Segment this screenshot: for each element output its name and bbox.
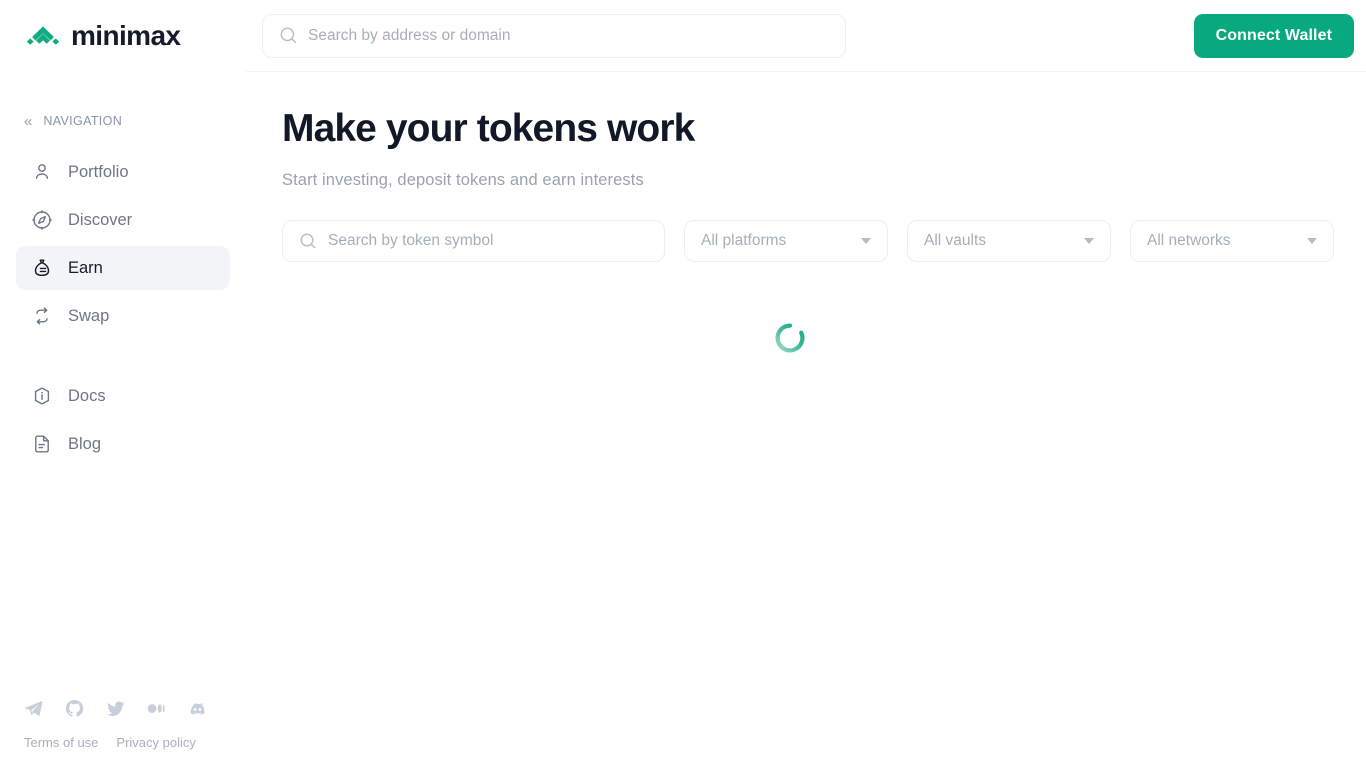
privacy-policy-link[interactable]: Privacy policy: [116, 735, 195, 750]
app-root: minimax « NAVIGATION Portfolio Discover …: [0, 0, 1366, 768]
sidebar-item-label: Earn: [68, 258, 103, 277]
search-icon: [299, 232, 317, 250]
user-icon: [31, 161, 53, 183]
page-subtitle: Start investing, deposit tokens and earn…: [282, 170, 644, 189]
main-area: Connect Wallet Make your tokens work Sta…: [246, 0, 1366, 768]
money-bag-icon: [31, 257, 53, 279]
sidebar-item-earn[interactable]: Earn: [16, 246, 230, 290]
sidebar-item-portfolio[interactable]: Portfolio: [16, 150, 230, 194]
results-loading-area: [246, 322, 1334, 354]
sidebar-item-label: Blog: [68, 434, 102, 453]
medium-icon[interactable]: [147, 699, 166, 718]
double-chevron-left-icon: «: [24, 112, 32, 130]
network-filter-value: All networks: [1147, 231, 1231, 249]
chevron-down-icon: [1084, 237, 1094, 244]
sidebar-footer: Terms of use Privacy policy: [0, 698, 246, 768]
brand-name: minimax: [71, 20, 181, 51]
telegram-icon[interactable]: [24, 699, 43, 718]
network-filter-select[interactable]: All networks: [1130, 219, 1334, 262]
vault-filter-value: All vaults: [924, 231, 987, 249]
sidebar-item-label: Discover: [68, 210, 133, 229]
social-links: [24, 698, 222, 718]
circular-spinner-icon: [774, 322, 806, 354]
sidebar-item-docs[interactable]: Docs: [16, 374, 230, 418]
brand-logo[interactable]: minimax: [0, 0, 246, 72]
discord-icon[interactable]: [188, 699, 207, 718]
nav-collapse-toggle[interactable]: « NAVIGATION: [0, 104, 246, 138]
platform-filter-value: All platforms: [701, 231, 787, 249]
legal-links: Terms of use Privacy policy: [24, 735, 222, 750]
platform-filter-select[interactable]: All platforms: [684, 219, 888, 262]
sidebar-item-blog[interactable]: Blog: [16, 422, 230, 466]
address-search-field[interactable]: [262, 13, 846, 58]
sidebar-item-discover[interactable]: Discover: [16, 198, 230, 242]
twitter-icon[interactable]: [106, 699, 125, 718]
sidebar-item-label: Docs: [68, 386, 106, 405]
token-search-input[interactable]: [328, 220, 648, 261]
page-content: Make your tokens work Start investing, d…: [246, 72, 1366, 768]
sidebar-item-label: Swap: [68, 306, 110, 325]
chevron-down-icon: [1307, 237, 1317, 244]
document-lines-icon: [31, 433, 53, 455]
search-icon: [279, 26, 298, 45]
sidebar-item-label: Portfolio: [68, 162, 129, 181]
double-chevron-up-logo-icon: [24, 17, 62, 55]
nav-divider-gap: [16, 342, 230, 370]
compass-icon: [31, 209, 53, 231]
sidebar: minimax « NAVIGATION Portfolio Discover …: [0, 0, 246, 768]
page-title: Make your tokens work: [282, 107, 695, 150]
connect-wallet-button[interactable]: Connect Wallet: [1193, 13, 1354, 58]
address-search-input[interactable]: [308, 14, 829, 57]
swap-arrows-icon: [31, 305, 53, 327]
info-hexagon-icon: [31, 385, 53, 407]
terms-of-use-link[interactable]: Terms of use: [24, 735, 98, 750]
token-search-field[interactable]: [282, 219, 665, 262]
chevron-down-icon: [861, 237, 871, 244]
filter-bar: All platforms All vaults All networks: [282, 219, 1334, 262]
vault-filter-select[interactable]: All vaults: [907, 219, 1111, 262]
github-icon[interactable]: [65, 699, 84, 718]
sidebar-item-swap[interactable]: Swap: [16, 294, 230, 338]
nav-section-label: NAVIGATION: [43, 114, 123, 128]
top-bar: Connect Wallet: [246, 0, 1366, 72]
primary-nav: Portfolio Discover Earn Swap Docs Blog: [0, 150, 246, 466]
